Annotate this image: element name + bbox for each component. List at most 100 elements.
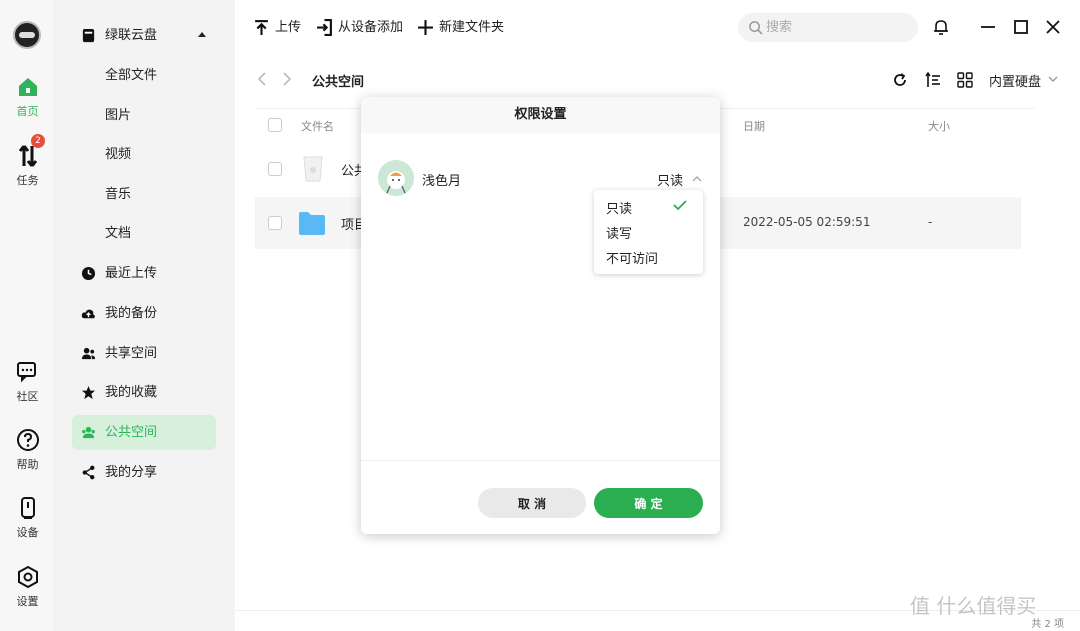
rail-label-settings: 设置 <box>16 595 39 608</box>
sidebar-item-label: 我的备份 <box>105 306 158 321</box>
import-icon <box>317 19 332 36</box>
sidebar: 绿联云盘 全部文件 图片 视频 音乐 文档 最近上传 我的备份 共享空间 我的收… <box>55 0 235 631</box>
close-icon[interactable] <box>1044 18 1062 36</box>
share-icon <box>82 465 95 480</box>
plus-icon <box>418 20 433 35</box>
column-header-name[interactable]: 文件名 <box>301 118 334 134</box>
path-bar: 公共空间 内置硬盘 <box>235 60 1080 100</box>
refresh-icon[interactable] <box>892 72 908 88</box>
file-size: - <box>928 215 933 229</box>
sidebar-item-label: 文档 <box>105 226 132 241</box>
sidebar-item-images[interactable]: 图片 <box>72 98 216 133</box>
task-count-badge: 2 <box>31 134 45 148</box>
forward-arrow-icon[interactable] <box>280 72 294 86</box>
search-input[interactable]: 搜索 <box>738 13 918 42</box>
user-avatar-image <box>378 160 414 196</box>
row-checkbox[interactable] <box>268 216 282 230</box>
group-icon <box>82 426 95 439</box>
chevron-up-icon[interactable] <box>691 173 703 185</box>
confirm-button[interactable]: 确 定 <box>594 488 703 518</box>
drive-icon <box>82 28 95 43</box>
folder-icon <box>299 212 325 235</box>
rail-label-device: 设备 <box>16 526 39 539</box>
minimize-icon[interactable] <box>979 18 997 36</box>
maximize-icon[interactable] <box>1012 18 1030 36</box>
back-arrow-icon[interactable] <box>255 72 269 86</box>
select-all-checkbox[interactable] <box>268 118 282 132</box>
upload-button[interactable]: 上传 <box>253 17 301 39</box>
users-icon <box>81 347 96 360</box>
search-icon <box>749 21 763 35</box>
sidebar-item-backup[interactable]: 我的备份 <box>72 296 216 331</box>
dropdown-option-read-only[interactable]: 只读 <box>606 198 632 217</box>
sidebar-item-videos[interactable]: 视频 <box>72 137 216 172</box>
sort-icon[interactable] <box>925 72 941 88</box>
sidebar-item-label: 音乐 <box>105 187 132 202</box>
rail-label-home: 首页 <box>16 105 39 118</box>
sidebar-item-label: 共享空间 <box>105 346 158 361</box>
help-icon <box>16 429 39 451</box>
dialog-title: 权限设置 <box>361 97 720 133</box>
grid-view-icon[interactable] <box>957 72 973 88</box>
column-header-date[interactable]: 日期 <box>743 118 765 134</box>
sidebar-item-label: 视频 <box>105 147 132 162</box>
upload-icon <box>255 20 268 35</box>
column-header-size[interactable]: 大小 <box>928 118 950 134</box>
sidebar-item-documents[interactable]: 文档 <box>72 216 216 251</box>
new-folder-button[interactable]: 新建文件夹 <box>417 17 504 39</box>
settings-icon <box>17 565 38 589</box>
add-from-device-button[interactable]: 从设备添加 <box>316 17 403 39</box>
community-icon <box>16 362 36 383</box>
sidebar-root-cloud[interactable]: 绿联云盘 <box>72 18 216 53</box>
sidebar-item-favorites[interactable]: 我的收藏 <box>72 375 216 410</box>
upload-label: 上传 <box>275 20 302 35</box>
dropdown-option-no-access[interactable]: 不可访问 <box>606 248 658 267</box>
toolbar: 上传 从设备添加 新建文件夹 搜索 <box>235 0 1080 55</box>
sidebar-item-music[interactable]: 音乐 <box>72 177 216 212</box>
rail-label-community: 社区 <box>16 390 39 403</box>
star-icon <box>81 385 96 400</box>
rail-item-settings[interactable]: 设置 <box>0 565 55 609</box>
sidebar-item-label: 全部文件 <box>105 68 158 83</box>
icon-rail: 首页 2 任务 社区 帮助 设备 设置 <box>0 0 55 631</box>
user-avatar[interactable] <box>13 21 41 49</box>
check-icon <box>673 200 687 211</box>
recycle-bin-icon <box>303 156 323 182</box>
sidebar-item-all-files[interactable]: 全部文件 <box>72 58 216 93</box>
disk-selector[interactable]: 内置硬盘 <box>989 71 1041 90</box>
row-checkbox[interactable] <box>268 162 282 176</box>
rail-item-home[interactable]: 首页 <box>0 75 55 119</box>
sidebar-item-shared[interactable]: 共享空间 <box>72 336 216 371</box>
dropdown-option-read-write[interactable]: 读写 <box>606 223 632 242</box>
sidebar-item-label: 最近上传 <box>105 266 158 281</box>
permission-dialog: 权限设置 浅色月 只读 取 消 确 定 <box>361 97 720 534</box>
rail-label-help: 帮助 <box>16 458 39 471</box>
rail-item-tasks[interactable]: 2 任务 <box>0 134 55 188</box>
rail-item-help[interactable]: 帮助 <box>0 428 55 472</box>
sidebar-root-label: 绿联云盘 <box>105 28 158 43</box>
sidebar-item-label: 图片 <box>105 108 132 123</box>
device-icon <box>20 497 35 519</box>
sidebar-item-label: 我的分享 <box>105 465 158 480</box>
collapse-caret-icon[interactable] <box>198 32 206 37</box>
sidebar-item-my-shares[interactable]: 我的分享 <box>72 455 216 490</box>
rail-label-tasks: 任务 <box>16 174 39 187</box>
file-date: 2022-05-05 02:59:51 <box>743 215 871 229</box>
permission-select[interactable]: 只读 <box>657 170 683 189</box>
home-icon <box>18 78 37 96</box>
new-folder-label: 新建文件夹 <box>439 20 505 35</box>
bell-icon[interactable] <box>932 18 950 36</box>
dialog-divider <box>361 460 720 461</box>
rail-item-device[interactable]: 设备 <box>0 496 55 540</box>
sidebar-item-public-space[interactable]: 公共空间 <box>72 415 216 450</box>
user-name: 浅色月 <box>422 174 462 189</box>
sidebar-item-label: 公共空间 <box>105 425 158 440</box>
breadcrumb: 公共空间 <box>312 75 365 90</box>
sidebar-item-recent[interactable]: 最近上传 <box>72 256 216 291</box>
clock-icon <box>81 266 96 281</box>
search-placeholder: 搜索 <box>766 20 793 35</box>
rail-item-community[interactable]: 社区 <box>0 360 55 404</box>
cloud-upload-icon <box>81 309 95 319</box>
cancel-button[interactable]: 取 消 <box>478 488 586 518</box>
chevron-down-icon[interactable] <box>1047 73 1059 85</box>
